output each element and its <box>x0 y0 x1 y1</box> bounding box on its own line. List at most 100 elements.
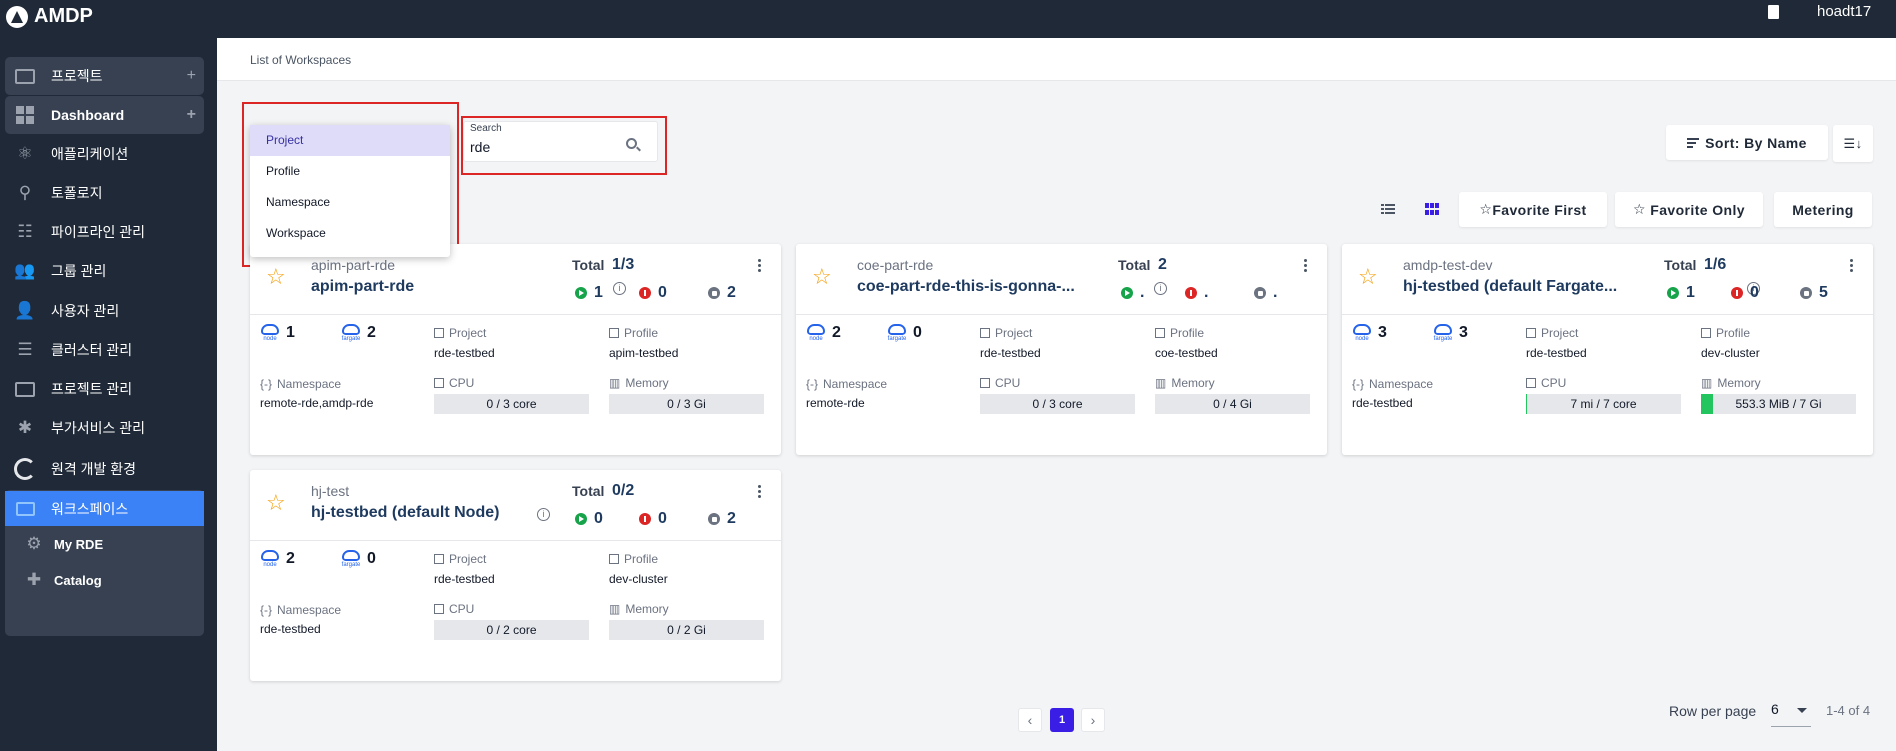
favorite-first-button[interactable]: ☆ Favorite First <box>1459 192 1607 227</box>
project-field-value: rde-testbed <box>434 572 495 586</box>
cpu-field-label: CPU <box>980 376 1020 390</box>
sidebar-item-pipeline[interactable]: ☷ 파이프라인 관리 <box>5 213 204 251</box>
total-value: 0/2 <box>612 482 635 499</box>
fargate-value: 0 <box>913 324 922 341</box>
more-options-icon[interactable] <box>758 259 762 274</box>
project-field-value: rde-testbed <box>1526 346 1587 360</box>
filter-option-namespace[interactable]: Namespace <box>250 187 450 218</box>
search-field: Search <box>463 121 658 162</box>
card-divider <box>1342 314 1873 315</box>
running-count: . <box>1121 284 1144 302</box>
plus-icon[interactable]: + <box>187 67 196 85</box>
cpu-usage-value: 0 / 2 core <box>486 623 537 637</box>
document-icon[interactable] <box>1768 5 1779 19</box>
info-icon[interactable]: i <box>537 508 550 521</box>
profile-field-value: dev-cluster <box>609 572 668 586</box>
filter-option-profile[interactable]: Profile <box>250 156 450 187</box>
topology-icon: ⚲ <box>18 183 32 202</box>
next-page-button[interactable]: › <box>1081 708 1105 732</box>
workspace-card[interactable]: ☆ apim-part-rde apim-part-rde i Total 1/… <box>250 244 781 455</box>
sidebar-item-group[interactable]: 👥 그룹 관리 <box>5 252 204 290</box>
favorite-star-icon[interactable]: ☆ <box>266 490 286 516</box>
cpu-usage-bar: 0 / 2 core <box>434 620 589 640</box>
workspace-card[interactable]: ☆ amdp-test-dev hj-testbed (default Farg… <box>1342 244 1873 455</box>
user-name[interactable]: hoadt17 <box>1817 3 1871 20</box>
sidebar-item-cluster[interactable]: ☰ 클러스터 관리 <box>5 331 204 369</box>
filter-option-project[interactable]: Project <box>250 125 450 156</box>
sidebar-item-label: 파이프라인 관리 <box>51 224 146 240</box>
stopped-count: 5 <box>1800 284 1828 302</box>
more-options-icon[interactable] <box>1304 259 1308 274</box>
total-value: 2 <box>1158 256 1167 273</box>
card-workspace-name[interactable]: hj-testbed (default Fargate... <box>1403 278 1617 296</box>
sidebar-item-workspace[interactable]: 워크스페이스 <box>5 491 204 526</box>
profile-icon <box>1701 328 1711 338</box>
braces-icon: {-} <box>1352 377 1365 391</box>
metering-button[interactable]: Metering <box>1774 192 1872 227</box>
memory-icon: ▥ <box>609 376 621 390</box>
sort-icon <box>1687 136 1700 150</box>
folder-icon <box>14 65 36 87</box>
rows-per-page-value: 6 <box>1771 701 1779 717</box>
favorite-only-button[interactable]: ☆ Favorite Only <box>1615 192 1763 227</box>
brand[interactable]: AMDP <box>6 5 93 28</box>
sidebar: 프로젝트 + Dashboard + ⚛ 애플리케이션 ⚲ 토폴로지 ☷ 파이프… <box>0 38 217 751</box>
grid-view-icon[interactable] <box>1425 202 1439 216</box>
stopped-count: 2 <box>708 510 736 528</box>
sidebar-item-label: 토폴로지 <box>51 185 103 201</box>
stopped-value: 5 <box>1819 284 1828 301</box>
error-value: 0 <box>658 284 667 301</box>
memory-field-label: ▥ Memory <box>609 602 669 616</box>
total-label: Total <box>572 257 605 273</box>
favorite-star-icon[interactable]: ☆ <box>1358 264 1378 290</box>
sidebar-item-application[interactable]: ⚛ 애플리케이션 <box>5 135 204 173</box>
prev-page-button[interactable]: ‹ <box>1018 708 1042 732</box>
server-icon: ☰ <box>17 340 33 359</box>
sidebar-item-addon[interactable]: ✱ 부가서비스 관리 <box>5 409 204 447</box>
search-input[interactable] <box>470 135 620 159</box>
sidebar-item-rde[interactable]: 원격 개발 환경 <box>5 450 204 488</box>
favorite-star-icon[interactable]: ☆ <box>266 264 286 290</box>
fargate-value: 3 <box>1459 324 1468 341</box>
profile-field-value: dev-cluster <box>1701 346 1760 360</box>
sidebar-item-project-admin[interactable]: 프로젝트 관리 <box>5 370 204 408</box>
amdp-logo-icon <box>6 5 28 28</box>
page-1-button[interactable]: 1 <box>1050 708 1074 732</box>
info-icon[interactable]: i <box>613 282 626 295</box>
favorite-star-icon[interactable]: ☆ <box>812 264 832 290</box>
sidebar-item-user[interactable]: 👤 사용자 관리 <box>5 292 204 330</box>
memory-usage-bar: 0 / 2 Gi <box>609 620 764 640</box>
list-view-icon[interactable] <box>1381 202 1395 216</box>
more-options-icon[interactable] <box>1850 259 1854 274</box>
error-count: 0 <box>1731 284 1759 302</box>
card-workspace-name[interactable]: apim-part-rde <box>311 278 414 296</box>
sidebar-item-my-rde[interactable]: ⚙ My RDE <box>5 526 204 562</box>
profile-field-value: apim-testbed <box>609 346 679 360</box>
sidebar-item-project[interactable]: 프로젝트 + <box>5 57 204 95</box>
workspace-card[interactable]: ☆ coe-part-rde coe-part-rde-this-is-gonn… <box>796 244 1327 455</box>
card-project-name: amdp-test-dev <box>1403 257 1493 273</box>
brand-name: AMDP <box>34 5 93 27</box>
project-icon <box>434 328 444 338</box>
stopped-count: . <box>1254 284 1277 302</box>
card-workspace-name[interactable]: hj-testbed (default Node) <box>311 504 499 522</box>
sort-descending-icon: ☰↓ <box>1843 135 1863 151</box>
sidebar-item-topology[interactable]: ⚲ 토폴로지 <box>5 174 204 212</box>
workspace-card[interactable]: ☆ hj-test hj-testbed (default Node) i To… <box>250 470 781 681</box>
card-workspace-name[interactable]: coe-part-rde-this-is-gonna-... <box>857 278 1075 296</box>
sort-button-label: Sort: By Name <box>1705 134 1807 151</box>
plus-icon[interactable]: + <box>187 106 196 124</box>
cpu-usage-bar: 7 mi / 7 core <box>1526 394 1681 414</box>
filter-option-workspace[interactable]: Workspace <box>250 218 450 249</box>
rows-per-page-select[interactable]: 6 <box>1771 701 1811 727</box>
sidebar-item-dashboard[interactable]: Dashboard + <box>5 96 204 134</box>
sort-direction-button[interactable]: ☰↓ <box>1833 125 1873 162</box>
more-options-icon[interactable] <box>758 485 762 500</box>
search-icon[interactable] <box>626 138 637 149</box>
sidebar-item-catalog[interactable]: ✚ Catalog <box>5 562 204 598</box>
top-bar: AMDP hoadt17 <box>0 0 1896 38</box>
favorite-only-label: Favorite Only <box>1650 201 1745 218</box>
info-icon[interactable]: i <box>1154 282 1167 295</box>
fargate-label: fargate <box>1433 336 1453 342</box>
sort-button[interactable]: Sort: By Name <box>1666 125 1828 160</box>
